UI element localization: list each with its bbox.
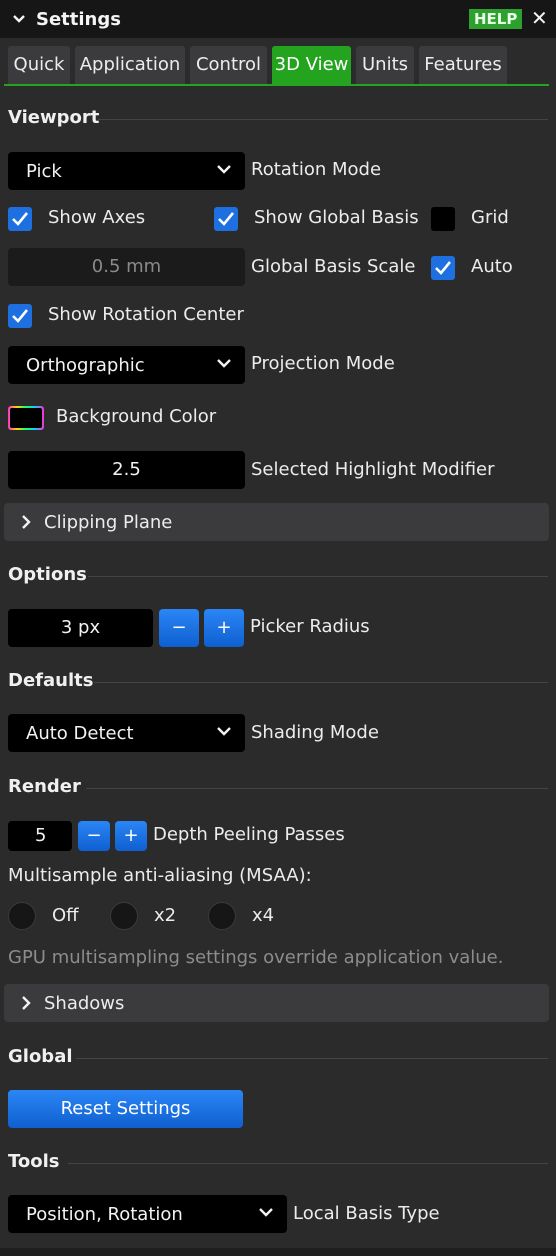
show-rotation-center-label: Show Rotation Center xyxy=(48,304,244,325)
window-titlebar: Settings HELP ✕ xyxy=(0,0,556,38)
section-divider xyxy=(98,119,548,120)
shading-mode-value: Auto Detect xyxy=(26,722,134,744)
msaa-x4-radio[interactable] xyxy=(208,902,236,930)
tab-control[interactable]: Control xyxy=(190,46,267,84)
show-global-basis-label: Show Global Basis xyxy=(254,207,419,228)
shading-mode-label: Shading Mode xyxy=(251,722,379,743)
grid-checkbox[interactable] xyxy=(431,207,455,231)
shading-mode-select[interactable]: Auto Detect xyxy=(8,714,245,752)
checkmark-icon xyxy=(12,212,29,226)
background-color-label: Background Color xyxy=(56,406,217,427)
tab-units[interactable]: Units xyxy=(356,46,414,84)
show-axes-checkbox[interactable] xyxy=(8,207,32,231)
depth-peeling-increment-button[interactable]: + xyxy=(115,821,147,851)
shadows-label: Shadows xyxy=(44,992,125,1014)
projection-mode-select[interactable]: Orthographic xyxy=(8,346,245,384)
checkmark-icon xyxy=(12,309,29,323)
global-basis-scale-input[interactable]: 0.5 mm xyxy=(8,248,245,286)
chevron-right-icon xyxy=(22,515,31,529)
tools-heading: Tools xyxy=(8,1151,60,1172)
local-basis-type-value: Position, Rotation xyxy=(26,1203,183,1225)
depth-peeling-label: Depth Peeling Passes xyxy=(153,824,345,845)
options-heading: Options xyxy=(8,564,87,585)
auto-label: Auto xyxy=(471,256,513,277)
local-basis-type-label: Local Basis Type xyxy=(293,1203,440,1224)
depth-peeling-decrement-button[interactable]: − xyxy=(78,821,110,851)
chevron-down-icon xyxy=(217,165,231,174)
window-title: Settings xyxy=(36,8,121,30)
rotation-mode-value: Pick xyxy=(26,160,62,182)
help-button[interactable]: HELP xyxy=(469,9,523,29)
close-icon[interactable]: ✕ xyxy=(531,6,548,30)
rotation-mode-select[interactable]: Pick xyxy=(8,152,245,190)
grid-label: Grid xyxy=(471,207,509,228)
msaa-note: GPU multisampling settings override appl… xyxy=(8,947,504,968)
msaa-x2-label: x2 xyxy=(154,905,177,926)
show-global-basis-checkbox[interactable] xyxy=(214,207,238,231)
show-rotation-center-checkbox[interactable] xyxy=(8,304,32,328)
chevron-down-icon xyxy=(259,1208,273,1217)
picker-radius-label: Picker Radius xyxy=(250,616,370,637)
section-divider xyxy=(88,576,548,577)
viewport-heading: Viewport xyxy=(8,107,100,128)
show-axes-label: Show Axes xyxy=(48,207,146,228)
msaa-x2-radio[interactable] xyxy=(110,902,138,930)
tab-features[interactable]: Features xyxy=(419,46,507,84)
tab-quick[interactable]: Quick xyxy=(8,46,70,84)
checkmark-icon xyxy=(218,212,235,226)
section-divider xyxy=(86,788,548,789)
global-heading: Global xyxy=(8,1046,73,1067)
projection-mode-label: Projection Mode xyxy=(251,353,395,374)
chevron-down-icon xyxy=(217,359,231,368)
selected-highlight-label: Selected Highlight Modifier xyxy=(251,459,495,480)
picker-radius-increment-button[interactable]: + xyxy=(204,609,244,647)
msaa-off-label: Off xyxy=(52,905,79,926)
msaa-label: Multisample anti-aliasing (MSAA): xyxy=(8,865,312,886)
tab-bar: Quick Application Control 3D View Units … xyxy=(0,46,556,86)
auto-checkbox[interactable] xyxy=(431,256,455,280)
section-divider xyxy=(68,1163,548,1164)
render-heading: Render xyxy=(8,776,81,797)
tab-3d-view[interactable]: 3D View xyxy=(272,46,351,84)
global-basis-scale-label: Global Basis Scale xyxy=(251,256,416,277)
picker-radius-decrement-button[interactable]: − xyxy=(159,609,199,647)
selected-highlight-input[interactable]: 2.5 xyxy=(8,451,245,489)
tab-application[interactable]: Application xyxy=(75,46,185,84)
local-basis-type-select[interactable]: Position, Rotation xyxy=(8,1195,287,1233)
clipping-plane-label: Clipping Plane xyxy=(44,511,173,533)
background-color-swatch[interactable] xyxy=(8,406,44,430)
defaults-heading: Defaults xyxy=(8,670,94,691)
msaa-off-radio[interactable] xyxy=(8,902,36,930)
collapse-chevron-icon[interactable] xyxy=(6,15,32,23)
picker-radius-input[interactable]: 3 px xyxy=(8,609,153,647)
reset-settings-button[interactable]: Reset Settings xyxy=(8,1090,243,1128)
msaa-x4-label: x4 xyxy=(252,905,275,926)
rotation-mode-label: Rotation Mode xyxy=(251,159,382,180)
section-divider xyxy=(94,682,548,683)
tab-underline xyxy=(4,84,549,86)
shadows-header[interactable]: Shadows xyxy=(4,984,549,1022)
clipping-plane-header[interactable]: Clipping Plane xyxy=(4,503,549,541)
depth-peeling-input[interactable]: 5 xyxy=(8,821,72,851)
chevron-down-icon xyxy=(217,727,231,736)
checkmark-icon xyxy=(435,261,452,275)
projection-mode-value: Orthographic xyxy=(26,354,145,376)
bottom-edge xyxy=(0,1248,556,1256)
section-divider xyxy=(76,1058,548,1059)
chevron-right-icon xyxy=(22,996,31,1010)
